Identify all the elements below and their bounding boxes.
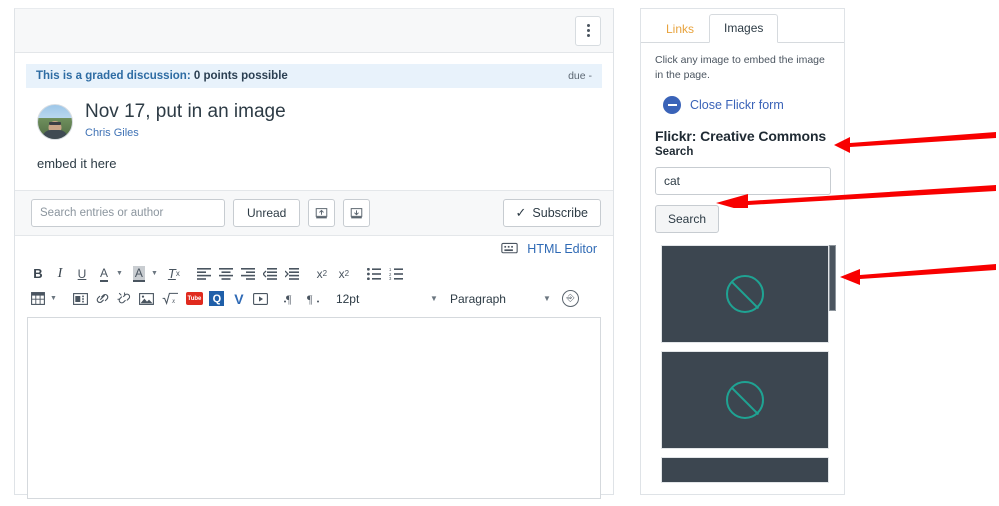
flickr-search-button[interactable]: Search: [655, 205, 720, 234]
screenshot-root: This is a graded discussion: 0 points po…: [0, 0, 999, 506]
collapse-threads-icon[interactable]: [308, 199, 336, 227]
font-size-select[interactable]: 12pt ▼: [332, 288, 438, 310]
bold-icon[interactable]: B: [27, 263, 49, 285]
broken-image-icon: [726, 381, 764, 420]
flickr-results-list: [661, 245, 836, 484]
sidebar-tabs: Links Images: [641, 9, 844, 43]
office-365-icon[interactable]: Q: [206, 288, 228, 310]
avatar: [37, 104, 73, 140]
numbered-list-icon[interactable]: 123: [385, 263, 407, 285]
subscribe-label: Subscribe: [532, 206, 588, 220]
kebab-menu-icon[interactable]: [575, 15, 601, 46]
rce-toolbar-row-1: B I U A ▼ A ▼ Tx x 2 x 2 1 2 3: [27, 261, 601, 286]
svg-text:¶: ¶: [307, 292, 313, 305]
svg-text:3: 3: [389, 276, 392, 280]
discussion-pane: This is a graded discussion: 0 points po…: [14, 8, 614, 499]
youtube-icon[interactable]: Tube: [183, 288, 206, 310]
results-scrollbar-thumb[interactable]: [829, 245, 836, 312]
sidebar-help-text: Click any image to embed the image in th…: [655, 54, 825, 82]
link-icon[interactable]: [92, 288, 114, 310]
paragraph-format-value: Paragraph: [449, 291, 506, 306]
close-flickr-form-button[interactable]: Close Flickr form: [641, 83, 844, 115]
discussion-controls-toolbar: Unread ✓ Subscribe: [15, 190, 613, 235]
align-center-icon[interactable]: [215, 263, 237, 285]
page-title: Nov 17, put in an image: [85, 101, 286, 122]
graded-discussion-banner: This is a graded discussion: 0 points po…: [26, 64, 602, 88]
post-body-text: embed it here: [37, 156, 117, 171]
list-item[interactable]: [661, 457, 829, 484]
accessibility-glyph: ⎆: [561, 290, 579, 307]
check-icon: ✓: [515, 205, 527, 220]
arrow-flickr-title: [834, 132, 996, 153]
paragraph-format-select[interactable]: Paragraph ▼: [446, 288, 551, 310]
expand-down-icon: [351, 207, 363, 218]
indent-icon[interactable]: [281, 263, 303, 285]
graded-banner-prefix: This is a graded discussion:: [36, 70, 191, 82]
table-icon[interactable]: [27, 288, 49, 310]
subscribe-button[interactable]: ✓ Subscribe: [502, 199, 601, 227]
keyboard-icon: [501, 242, 518, 254]
accessibility-checker-icon[interactable]: ⎆: [559, 288, 582, 310]
close-flickr-form-label: Close Flickr form: [690, 98, 784, 113]
embed-video-icon[interactable]: [250, 288, 272, 310]
underline-icon[interactable]: U: [71, 263, 93, 285]
graded-banner-points: 0 points possible: [193, 70, 288, 82]
align-right-icon[interactable]: [237, 263, 259, 285]
text-color-icon[interactable]: A: [93, 263, 115, 285]
broken-image-icon: [726, 275, 764, 314]
text-color-caret-icon[interactable]: ▼: [115, 270, 128, 277]
ltr-direction-icon[interactable]: ¶: [280, 288, 302, 310]
content-sidebar: Links Images Click any image to embed th…: [640, 8, 845, 495]
discussion-top-bar: [15, 9, 613, 53]
vimeo-glyph: V: [234, 290, 244, 307]
superscript-icon[interactable]: x2: [311, 263, 333, 285]
font-size-value: 12pt: [335, 291, 360, 306]
rich-text-editor-body[interactable]: [27, 317, 601, 499]
chevron-down-icon: ▼: [430, 294, 438, 303]
image-icon[interactable]: [136, 288, 158, 310]
office-glyph: Q: [209, 291, 225, 306]
unlink-icon[interactable]: [114, 288, 136, 310]
subscript-icon[interactable]: x2: [333, 263, 355, 285]
discussion-post-header: Nov 17, put in an image Chris Giles: [15, 88, 613, 140]
background-color-caret-icon[interactable]: ▼: [150, 270, 163, 277]
table-caret-icon[interactable]: ▼: [49, 295, 62, 302]
graded-banner-due: due -: [568, 70, 592, 82]
list-item[interactable]: [661, 245, 829, 344]
media-icon[interactable]: [70, 288, 92, 310]
tab-links[interactable]: Links: [651, 15, 709, 43]
rce-toolbar-row-2: ▼ x Tube Q V ¶ ¶ 12pt ▼ Paragraph ▼ ⎆: [27, 286, 601, 311]
clear-formatting-icon[interactable]: Tx: [163, 263, 185, 285]
vimeo-icon[interactable]: V: [228, 288, 250, 310]
chevron-down-icon: ▼: [543, 294, 551, 303]
html-editor-row: HTML Editor: [15, 235, 613, 261]
background-color-icon[interactable]: A: [128, 263, 150, 285]
rtl-direction-icon[interactable]: ¶: [302, 288, 324, 310]
outdent-icon[interactable]: [259, 263, 281, 285]
youtube-glyph: Tube: [185, 292, 203, 305]
flickr-section-title: Flickr: Creative Commons: [655, 128, 827, 145]
expand-threads-icon[interactable]: [343, 199, 371, 227]
html-editor-link[interactable]: HTML Editor: [527, 242, 597, 256]
math-equation-icon[interactable]: x: [158, 288, 183, 310]
flickr-search-label: Search: [655, 146, 694, 159]
collapse-up-icon: [316, 207, 328, 218]
rce-toolbar: B I U A ▼ A ▼ Tx x 2 x 2 1 2 3 ▼ x Tube …: [27, 261, 601, 311]
post-author-link[interactable]: Chris Giles: [85, 127, 286, 139]
search-input[interactable]: [31, 199, 225, 227]
tab-images[interactable]: Images: [709, 14, 779, 43]
minus-circle-icon: [663, 96, 681, 115]
align-left-icon[interactable]: [193, 263, 215, 285]
unread-filter-button[interactable]: Unread: [233, 199, 301, 227]
svg-text:x: x: [171, 297, 176, 305]
arrow-scrollbar: [840, 264, 996, 285]
bulleted-list-icon[interactable]: [363, 263, 385, 285]
flickr-search-input[interactable]: [655, 167, 831, 196]
list-item[interactable]: [661, 351, 829, 450]
italic-icon[interactable]: I: [49, 263, 71, 285]
svg-text:¶: ¶: [286, 292, 292, 305]
